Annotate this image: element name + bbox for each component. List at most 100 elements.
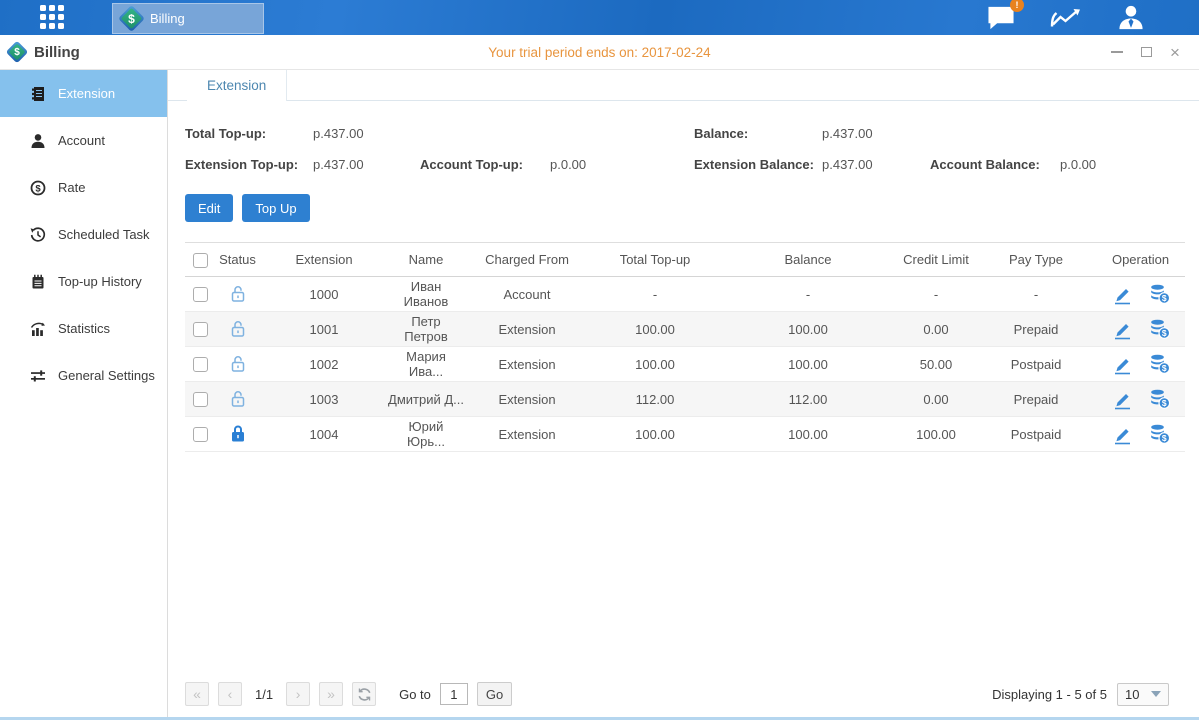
edit-pencil-icon[interactable] [1111,353,1133,375]
account-balance-label: Account Balance: [930,157,1060,172]
cell-pay-type: Postpaid [976,417,1096,452]
tab-strip: Extension [168,70,1199,101]
statistics-icon[interactable] [1049,4,1083,31]
cell-charged-from: Extension [464,347,590,382]
sidebar-item-statistics[interactable]: Statistics [0,305,167,352]
tab-extension[interactable]: Extension [187,70,287,101]
notepad-icon [30,274,46,290]
table-row: 1002 Мария Ива... Extension 100.00 100.0… [185,347,1185,382]
topup-coins-icon[interactable]: $ [1149,423,1171,445]
cell-extension: 1004 [260,417,388,452]
col-extension: Extension [260,243,388,277]
extension-table: Status Extension Name Charged From Total… [185,242,1185,452]
svg-text:$: $ [35,183,41,194]
cell-balance: 100.00 [720,417,896,452]
close-icon[interactable]: × [1167,44,1183,60]
topup-coins-icon[interactable]: $ [1149,318,1171,340]
next-page-button[interactable]: › [286,682,310,706]
history-clock-icon [30,227,46,243]
cell-total-topup: 100.00 [590,347,720,382]
row-checkbox[interactable] [193,427,208,442]
table-row: 1000 Иван Иванов Account - - - - [185,277,1185,312]
edit-pencil-icon[interactable] [1111,283,1133,305]
cell-name: Дмитрий Д... [388,382,464,417]
col-status: Status [215,243,260,277]
cell-credit-limit: 50.00 [896,347,976,382]
edit-pencil-icon[interactable] [1111,423,1133,445]
sidebar-item-extension[interactable]: Extension [0,70,167,117]
topup-coins-icon[interactable]: $ [1149,283,1171,305]
dollar-circle-icon: $ [30,180,46,196]
lock-open-icon[interactable] [229,284,247,304]
extension-topup-value: p.437.00 [313,157,420,172]
minimize-icon[interactable] [1109,44,1125,60]
window-titlebar: $ Billing Your trial period ends on: 201… [0,35,1199,70]
user-icon[interactable] [1115,4,1147,31]
extension-balance-label: Extension Balance: [694,157,822,172]
cell-credit-limit: - [896,277,976,312]
trial-notice: Your trial period ends on: 2017-02-24 [0,45,1199,60]
cell-extension: 1003 [260,382,388,417]
account-topup-label: Account Top-up: [420,157,550,172]
taskbar-billing-tab[interactable]: $ Billing [112,3,264,34]
messages-icon[interactable]: ! [985,4,1017,31]
cell-charged-from: Account [464,277,590,312]
row-checkbox[interactable] [193,392,208,407]
topup-coins-icon[interactable]: $ [1149,353,1171,375]
page-size-select[interactable]: 10 [1117,683,1169,706]
top-up-button[interactable]: Top Up [242,194,309,222]
sidebar-item-account[interactable]: Account [0,117,167,164]
cell-balance: - [720,277,896,312]
sidebar-item-general-settings[interactable]: General Settings [0,352,167,399]
goto-page-input[interactable] [440,683,468,705]
refresh-button[interactable] [352,682,376,706]
cell-extension: 1000 [260,277,388,312]
taskbar-tab-label: Billing [150,11,185,26]
lock-open-icon[interactable] [229,319,247,339]
cell-name: Юрий Юрь... [388,417,464,452]
sidebar: Extension Account $ Rate Scheduled Task [0,70,168,720]
go-button[interactable]: Go [477,682,512,706]
topup-coins-icon[interactable]: $ [1149,388,1171,410]
svg-text:$: $ [1161,433,1166,443]
cell-charged-from: Extension [464,382,590,417]
cell-total-topup: 100.00 [590,312,720,347]
edit-button[interactable]: Edit [185,194,233,222]
first-page-button[interactable]: « [185,682,209,706]
cell-pay-type: Prepaid [976,382,1096,417]
lock-open-icon[interactable] [229,389,247,409]
lock-closed-icon[interactable] [229,424,247,444]
cell-credit-limit: 0.00 [896,312,976,347]
svg-text:$: $ [1161,328,1166,338]
lock-open-icon[interactable] [229,354,247,374]
apps-grid-icon[interactable] [40,5,67,31]
main-panel: Extension Total Top-up: p.437.00 Balance… [168,70,1199,720]
cell-credit-limit: 100.00 [896,417,976,452]
last-page-button[interactable]: » [319,682,343,706]
row-checkbox[interactable] [193,357,208,372]
edit-pencil-icon[interactable] [1111,388,1133,410]
edit-pencil-icon[interactable] [1111,318,1133,340]
sidebar-item-topup-history[interactable]: Top-up History [0,258,167,305]
col-name: Name [388,243,464,277]
sidebar-item-scheduled-task[interactable]: Scheduled Task [0,211,167,258]
summary-section: Total Top-up: p.437.00 Balance: p.437.00… [185,118,1199,180]
sidebar-item-label: General Settings [58,368,155,383]
cell-name: Петр Петров [388,312,464,347]
row-checkbox[interactable] [193,322,208,337]
refresh-icon [357,687,372,702]
sidebar-item-rate[interactable]: $ Rate [0,164,167,211]
col-credit-limit: Credit Limit [896,243,976,277]
sidebar-item-label: Extension [58,86,115,101]
cell-total-topup: 112.00 [590,382,720,417]
row-checkbox[interactable] [193,287,208,302]
cell-extension: 1002 [260,347,388,382]
balance-value: p.437.00 [822,126,873,141]
col-charged-from: Charged From [464,243,590,277]
prev-page-button[interactable]: ‹ [218,682,242,706]
maximize-icon[interactable] [1138,44,1154,60]
select-all-checkbox[interactable] [193,253,208,268]
cell-name: Мария Ива... [388,347,464,382]
table-row: 1003 Дмитрий Д... Extension 112.00 112.0… [185,382,1185,417]
col-balance: Balance [720,243,896,277]
